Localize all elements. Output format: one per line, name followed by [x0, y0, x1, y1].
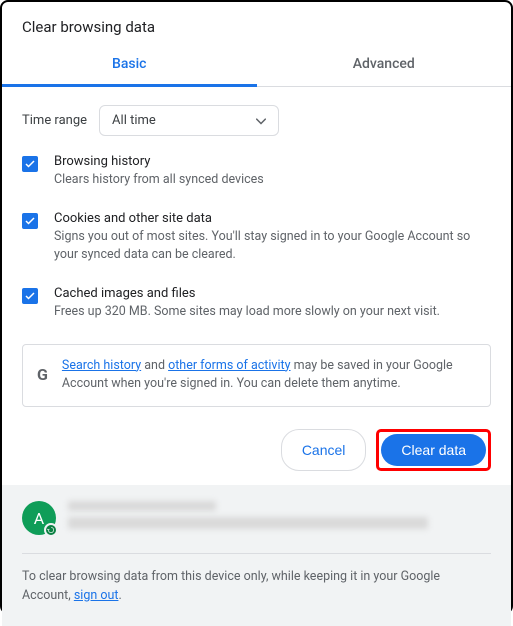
checkbox-cached[interactable] [22, 288, 38, 304]
tab-advanced[interactable]: Advanced [257, 44, 512, 86]
item-text: Cookies and other site data Signs you ou… [54, 211, 491, 264]
google-account-notice: G Search history and other forms of acti… [22, 344, 491, 408]
dialog-header: Clear browsing data [2, 2, 511, 44]
item-cached: Cached images and files Frees up 320 MB.… [22, 286, 491, 321]
clear-data-button[interactable]: Clear data [381, 434, 486, 466]
dialog-content: Time range All time Browsing history Cle… [2, 87, 511, 407]
item-title: Cookies and other site data [54, 211, 491, 226]
sign-out-link[interactable]: sign out [74, 588, 119, 603]
time-range-value: All time [112, 113, 156, 128]
time-range-row: Time range All time [22, 105, 491, 136]
time-range-label: Time range [22, 113, 87, 128]
checkbox-cookies[interactable] [22, 213, 38, 229]
item-browsing-history: Browsing history Clears history from all… [22, 154, 491, 189]
avatar-letter: A [34, 509, 44, 528]
checkbox-browsing-history[interactable] [22, 156, 38, 172]
cancel-button[interactable]: Cancel [281, 429, 367, 471]
item-text: Browsing history Clears history from all… [54, 154, 491, 189]
dialog-title: Clear browsing data [22, 18, 491, 36]
time-range-select[interactable]: All time [99, 105, 279, 136]
item-desc: Clears history from all synced devices [54, 171, 491, 189]
other-activity-link[interactable]: other forms of activity [168, 358, 290, 373]
divider [22, 553, 491, 554]
tab-bar: Basic Advanced [2, 44, 511, 87]
account-info-redacted [68, 501, 491, 535]
item-title: Browsing history [54, 154, 491, 169]
item-title: Cached images and files [54, 286, 491, 301]
item-cookies: Cookies and other site data Signs you ou… [22, 211, 491, 264]
google-icon: G [37, 363, 48, 387]
sync-badge-icon [44, 523, 58, 537]
account-row: A [22, 501, 491, 535]
caret-down-icon [256, 113, 266, 128]
dialog-actions: Cancel Clear data [2, 407, 511, 485]
highlight-annotation: Clear data [376, 429, 491, 471]
item-desc: Signs you out of most sites. You'll stay… [54, 228, 491, 264]
footer-text: To clear browsing data from this device … [22, 568, 491, 606]
notice-text: Search history and other forms of activi… [62, 357, 476, 395]
tab-basic[interactable]: Basic [2, 44, 257, 87]
avatar: A [22, 501, 56, 535]
item-desc: Frees up 320 MB. Some sites may load mor… [54, 303, 491, 321]
search-history-link[interactable]: Search history [62, 358, 141, 373]
item-text: Cached images and files Frees up 320 MB.… [54, 286, 491, 321]
dialog-footer: A To clear browsing data from this devic… [2, 485, 511, 626]
